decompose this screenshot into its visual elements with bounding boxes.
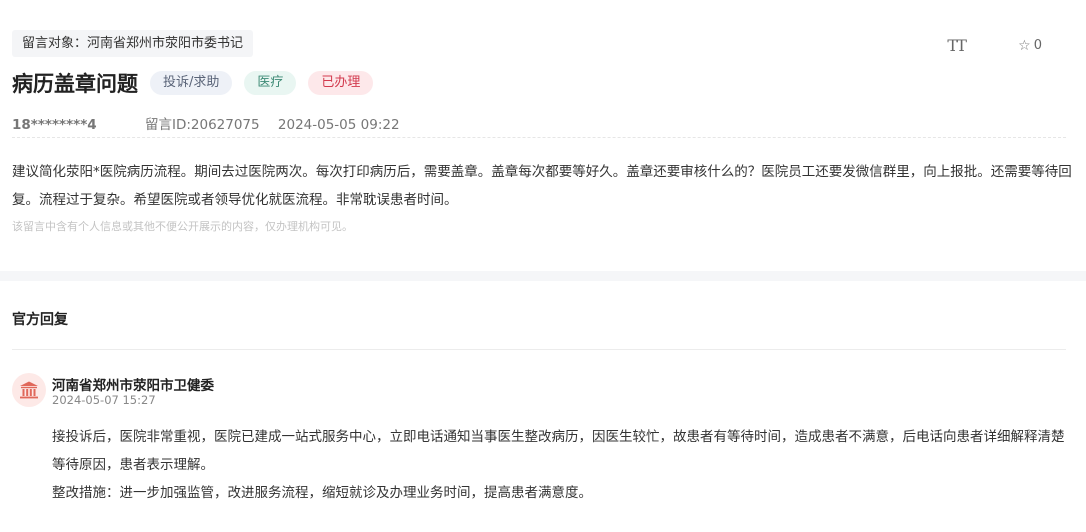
org-avatar [12, 373, 46, 407]
reply-paragraph: 整改措施：进一步加强监管，改进服务流程，缩短就诊及办理业务时间，提高患者满意度。 [52, 485, 592, 501]
divider [12, 349, 1066, 350]
favorite-button[interactable]: ☆ 0 [1018, 38, 1042, 54]
toolbar: TT ☆ 0 [946, 36, 1042, 55]
category-badge: 投诉/求助 [150, 71, 233, 95]
title-row: 病历盖章问题 投诉/求助 医疗 已办理 [12, 68, 385, 98]
message-datetime: 2024-05-05 09:22 [277, 117, 400, 133]
favorite-count: 0 [1033, 38, 1042, 53]
message-target-tag: 留言对象：河南省郑州市荥阳市委书记 [12, 30, 254, 57]
message-meta: 18********4 留言ID:20627075 2024-05-05 09:… [12, 113, 400, 133]
divider [12, 137, 1066, 138]
official-reply-heading: 官方回复 [12, 312, 68, 328]
reply-paragraph: 接投诉后，医院非常重视，医院已建成一站式服务中心，立即电话通知当事医生整改病历，… [52, 429, 1065, 473]
author-id: 18********4 [12, 117, 97, 133]
reply-content: 接投诉后，医院非常重视，医院已建成一站式服务中心，立即电话通知当事医生整改病历，… [52, 423, 1070, 507]
reply-time: 2024-05-07 15:27 [52, 393, 156, 407]
font-size-icon[interactable]: TT [946, 36, 967, 55]
star-outline-icon: ☆ [1018, 37, 1031, 54]
government-building-icon [20, 381, 38, 399]
page-title: 病历盖章问题 [12, 72, 138, 96]
privacy-note: 该留言中含有个人信息或其他不便公开展示的内容，仅办理机构可见。 [12, 220, 353, 233]
reply-org-name: 河南省郑州市荥阳市卫健委 [52, 378, 214, 394]
message-id: 留言ID:20627075 [144, 117, 260, 133]
section-separator [0, 271, 1086, 281]
status-badge: 已办理 [308, 71, 374, 95]
message-content: 建议简化荥阳*医院病历流程。期间去过医院两次。每次打印病历后，需要盖章。盖章每次… [12, 164, 1072, 208]
field-badge: 医疗 [244, 71, 297, 95]
